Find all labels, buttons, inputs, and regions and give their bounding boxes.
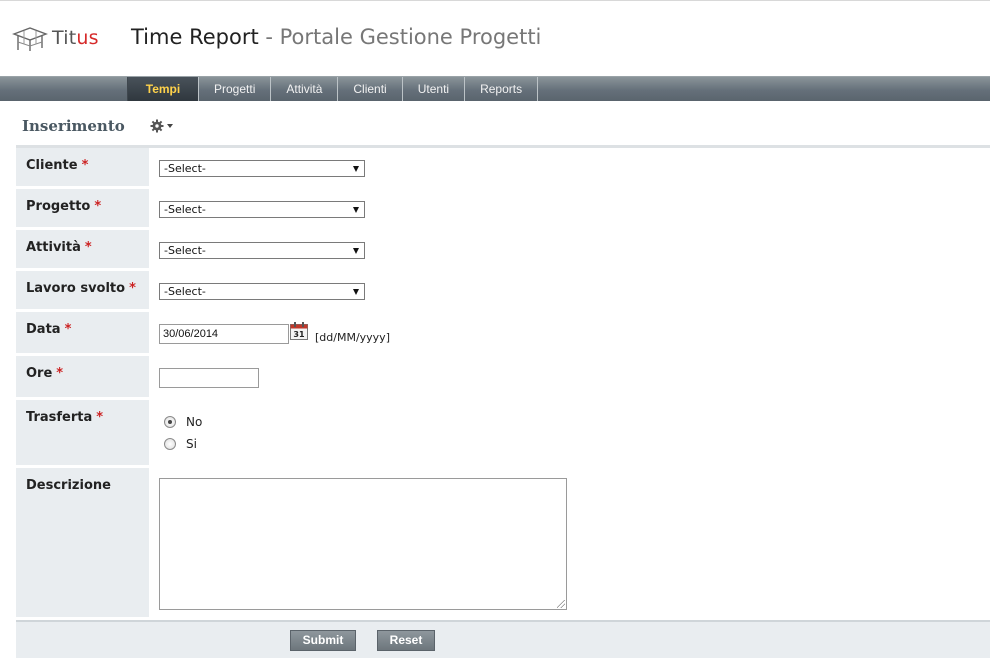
- submit-button[interactable]: Submit: [290, 630, 356, 651]
- date-format-hint: [dd/MM/yyyy]: [315, 331, 390, 344]
- attivita-label: Attività *: [16, 230, 149, 268]
- descrizione-label: Descrizione: [16, 468, 149, 617]
- cliente-label: Cliente *: [16, 148, 149, 186]
- app-subtitle: Portale Gestione Progetti: [279, 25, 542, 49]
- reset-button[interactable]: Reset: [377, 630, 435, 651]
- form-row-descrizione: Descrizione: [16, 468, 990, 620]
- app-title-main: Time Report: [131, 25, 259, 49]
- brand-name: Titus: [52, 27, 99, 49]
- progetto-select[interactable]: -Select-: [159, 201, 365, 218]
- required-marker: *: [129, 281, 136, 296]
- cliente-select[interactable]: -Select-: [159, 160, 365, 177]
- tab-utenti[interactable]: Utenti: [403, 77, 466, 101]
- form-row-data: Data* 31 [dd/MM/yyyy]: [16, 312, 990, 356]
- form-row-progetto: Progetto * -Select-: [16, 189, 990, 230]
- brand-logo[interactable]: Titus: [12, 23, 99, 53]
- form-row-cliente: Cliente * -Select-: [16, 148, 990, 189]
- section-heading: Inserimento: [22, 117, 125, 135]
- tab-clienti[interactable]: Clienti: [338, 77, 403, 101]
- calendar-day: 31: [293, 330, 305, 339]
- form-row-attivita: Attività * -Select-: [16, 230, 990, 271]
- ore-label: Ore *: [16, 356, 149, 397]
- nav-tabs: Tempi Progetti Attività Clienti Utenti R…: [127, 77, 539, 101]
- page-title: Inserimento: [22, 117, 125, 135]
- progetto-label: Progetto *: [16, 189, 149, 227]
- gear-icon: [150, 119, 164, 133]
- dropdown-arrow-icon: [353, 166, 359, 172]
- calendar-icon[interactable]: 31: [289, 321, 309, 341]
- radio-checked-icon: [164, 416, 176, 428]
- required-marker: *: [81, 158, 89, 173]
- form-row-trasferta: Trasferta * No Si: [16, 400, 990, 468]
- tab-tempi[interactable]: Tempi: [127, 77, 199, 101]
- trasferta-radio-no[interactable]: No: [164, 415, 202, 429]
- dropdown-arrow-icon: [353, 207, 359, 213]
- required-marker: *: [64, 322, 72, 337]
- form-row-lavoro-svolto: Lavoro svolto * -Select-: [16, 271, 990, 312]
- dropdown-arrow-icon: [353, 289, 359, 295]
- lavoro-svolto-select[interactable]: -Select-: [159, 283, 365, 300]
- required-marker: *: [84, 240, 92, 255]
- data-label: Data *: [16, 312, 149, 353]
- main-navbar: Tempi Progetti Attività Clienti Utenti R…: [0, 76, 990, 101]
- tab-reports[interactable]: Reports: [465, 77, 539, 101]
- chevron-down-icon: [167, 124, 173, 128]
- form-row-ore: Ore *: [16, 356, 990, 400]
- trasferta-radio-si[interactable]: Si: [164, 437, 197, 451]
- hours-input[interactable]: [159, 368, 259, 388]
- tab-attivita[interactable]: Attività: [271, 77, 339, 101]
- app-title: Time Report - Portale Gestione Progetti: [131, 25, 541, 49]
- resize-handle-icon[interactable]: [557, 600, 565, 608]
- attivita-select[interactable]: -Select-: [159, 242, 365, 259]
- description-textarea[interactable]: [159, 478, 567, 610]
- date-input[interactable]: [159, 324, 289, 344]
- tab-progetti[interactable]: Progetti: [199, 77, 272, 101]
- radio-unchecked-icon: [164, 438, 176, 450]
- form-actions: Submit Reset: [16, 620, 990, 658]
- logo-scaffold-icon: [12, 27, 48, 51]
- trasferta-label: Trasferta *: [16, 400, 149, 465]
- dropdown-arrow-icon: [353, 248, 359, 254]
- lavoro-svolto-label: Lavoro svolto *: [16, 271, 149, 309]
- required-marker: *: [96, 410, 104, 425]
- app-title-separator: -: [265, 25, 273, 49]
- required-marker: *: [94, 199, 102, 214]
- settings-menu-button[interactable]: [150, 119, 173, 133]
- required-marker: *: [56, 366, 64, 381]
- header: Titus Time Report - Portale Gestione Pro…: [0, 1, 990, 76]
